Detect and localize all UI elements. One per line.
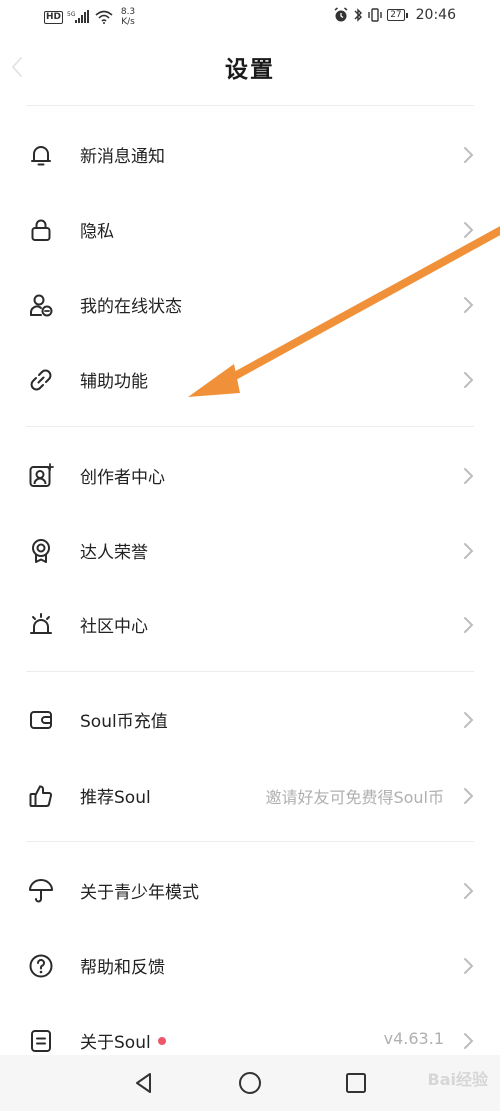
status-time: 20:46 [415, 7, 456, 23]
divider [26, 426, 474, 427]
wifi-icon [95, 10, 113, 24]
settings-item-label: 关于青少年模式 [80, 883, 199, 903]
nav-bar: 设置 [0, 34, 500, 98]
chevron-right-icon [464, 958, 474, 974]
chevron-right-icon [464, 468, 474, 484]
settings-item-label: 隐私 [80, 222, 114, 242]
chevron-right-icon [464, 883, 474, 899]
help-circle-icon [29, 954, 53, 978]
chevron-right-icon [464, 147, 474, 163]
notification-dot [157, 1037, 166, 1045]
watermark: Bai经验 [427, 1070, 488, 1089]
divider [26, 105, 474, 106]
recommend-hint: 邀请好友可免费得Soul币 [265, 788, 444, 807]
svg-text:5G: 5G [67, 11, 76, 18]
battery-level: 27 [387, 9, 405, 21]
settings-item-label: 辅助功能 [80, 372, 148, 392]
chevron-right-icon [464, 712, 474, 728]
status-bar: HD 5G 8.3 K/s 27 20:46 [0, 0, 500, 34]
settings-item-notifications[interactable]: 新消息通知 [0, 125, 500, 185]
creator-icon [29, 463, 54, 487]
settings-item-expert-honor[interactable]: 达人荣誉 [0, 521, 500, 581]
settings-item-online-status[interactable]: 我的在线状态 [0, 275, 500, 335]
version-number: v4.63.1 [383, 1029, 444, 1048]
thumbs-up-icon [29, 785, 53, 807]
badge-icon [32, 539, 50, 563]
chevron-right-icon [464, 543, 474, 559]
page-title: 设置 [225, 57, 275, 83]
settings-item-community-center[interactable]: 社区中心 [0, 595, 500, 655]
document-icon [31, 1030, 51, 1052]
settings-item-label: 我的在线状态 [80, 297, 182, 317]
vibrate-icon [368, 8, 382, 22]
user-status-icon [30, 294, 53, 317]
about-label: 关于Soul [80, 1033, 151, 1053]
settings-item-label: 新消息通知 [80, 147, 165, 167]
cellular-signal-icon: 5G [67, 10, 90, 23]
wallet-icon [30, 711, 52, 729]
system-navigation-bar [0, 1055, 500, 1111]
nav-recents-icon[interactable] [342, 1069, 370, 1097]
settings-item-accessibility[interactable]: 辅助功能 [0, 350, 500, 410]
settings-item-recommend[interactable]: 推荐Soul 邀请好友可免费得Soul币 [0, 766, 500, 826]
chevron-right-icon [464, 788, 474, 804]
hd-badge: HD [44, 10, 64, 24]
status-right: 27 20:46 [333, 7, 456, 23]
bell-icon [31, 146, 51, 166]
net-speed-unit: K/s [121, 17, 135, 27]
settings-item-label: 达人荣誉 [80, 543, 148, 563]
nav-back-icon[interactable] [130, 1069, 158, 1097]
divider [26, 841, 474, 842]
lock-icon [31, 219, 51, 241]
link-icon [30, 369, 52, 391]
chevron-right-icon [464, 372, 474, 388]
settings-item-youth-mode[interactable]: 关于青少年模式 [0, 861, 500, 921]
alarm-light-icon [30, 613, 52, 634]
net-speed-value: 8.3 [120, 7, 136, 17]
bluetooth-icon [354, 8, 363, 22]
settings-item-label: Soul币充值 [80, 712, 168, 732]
settings-item-label: 关于Soul [80, 1028, 166, 1053]
settings-item-label: 社区中心 [80, 617, 148, 637]
settings-item-label: 帮助和反馈 [80, 958, 165, 978]
settings-item-creator-center[interactable]: 创作者中心 [0, 446, 500, 506]
chevron-right-icon [464, 617, 474, 633]
settings-item-privacy[interactable]: 隐私 [0, 200, 500, 260]
settings-item-help-feedback[interactable]: 帮助和反馈 [0, 936, 500, 996]
battery-indicator: 27 [387, 9, 408, 21]
alarm-clock-icon [334, 7, 348, 22]
chevron-right-icon [464, 1033, 474, 1049]
umbrella-icon [29, 879, 53, 903]
network-speed: 8.3 K/s [117, 7, 139, 27]
settings-item-recharge[interactable]: Soul币充值 [0, 690, 500, 750]
chevron-right-icon [464, 297, 474, 313]
settings-item-label: 推荐Soul [80, 788, 151, 808]
divider [26, 671, 474, 672]
status-left: HD 5G 8.3 K/s [44, 7, 139, 27]
settings-item-label: 创作者中心 [80, 468, 165, 488]
nav-home-icon[interactable] [236, 1069, 264, 1097]
battery-cap [405, 12, 408, 18]
chevron-right-icon [464, 222, 474, 238]
